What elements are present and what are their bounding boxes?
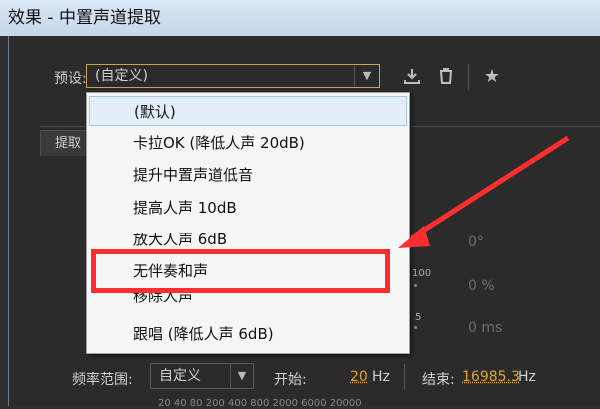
end-unit: Hz [518, 369, 536, 385]
annotation-arrow-icon [398, 135, 570, 248]
frequency-range-select[interactable]: 自定义 ▼ [150, 363, 254, 389]
start-unit: Hz [372, 369, 390, 385]
field-separator [404, 364, 405, 390]
start-value[interactable]: 20 [350, 369, 368, 385]
frequency-scale: 20 40 80 200 400 800 2000 6000 20000 [158, 398, 362, 409]
frequency-range-label: 频率范围: [72, 372, 133, 388]
chevron-down-icon[interactable]: ▼ [230, 364, 253, 388]
start-label: 开始: [274, 372, 307, 388]
end-label: 结束: [422, 372, 455, 388]
frequency-range-value: 自定义 [159, 368, 201, 384]
end-value[interactable]: 16985.3 [462, 369, 520, 385]
